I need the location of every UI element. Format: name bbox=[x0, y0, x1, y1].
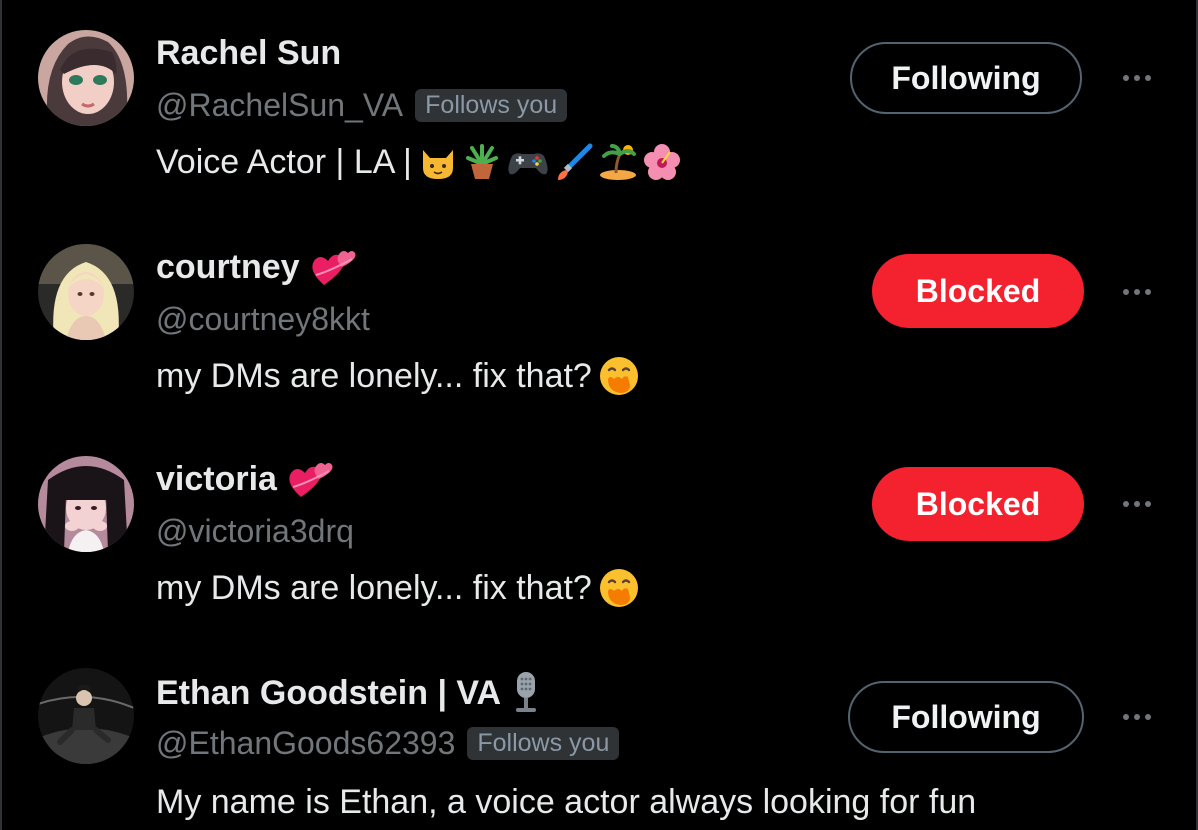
bio-text: my DMs are lonely... fix that? bbox=[156, 568, 592, 607]
bio-text: my DMs are lonely... fix that? bbox=[156, 356, 592, 395]
potted-plant-emoji bbox=[465, 144, 498, 179]
handle[interactable]: @courtney8kkt bbox=[156, 301, 370, 338]
more-dot bbox=[1134, 289, 1140, 295]
bio-text: My name is Ethan, a voice actor always l… bbox=[156, 782, 977, 821]
display-name[interactable]: victoria bbox=[156, 460, 277, 499]
follows-you-badge: Follows you bbox=[467, 726, 620, 760]
handle[interactable]: @EthanGoods62393 bbox=[156, 725, 455, 762]
name-line: Rachel Sun bbox=[156, 30, 341, 76]
more-dot bbox=[1134, 501, 1140, 507]
handle-line: @RachelSun_VA Follows you bbox=[156, 84, 568, 126]
cat-face-emoji bbox=[422, 150, 453, 179]
avatar[interactable] bbox=[38, 456, 134, 552]
avatar[interactable] bbox=[38, 668, 134, 764]
bio-emoji-group bbox=[418, 142, 682, 182]
display-name[interactable]: Ethan Goodstein | VA bbox=[156, 674, 501, 713]
bio: my DMs are lonely... fix that? bbox=[156, 564, 640, 612]
more-dot bbox=[1123, 714, 1129, 720]
name-line: Ethan Goodstein | VA bbox=[156, 670, 541, 716]
name-line: courtney bbox=[156, 244, 356, 290]
bio-text: Voice Actor | LA | bbox=[156, 142, 412, 181]
bio-emoji-group bbox=[598, 567, 640, 609]
more-dot bbox=[1145, 75, 1151, 81]
game-controller-emoji bbox=[508, 153, 548, 175]
handle[interactable]: @RachelSun_VA bbox=[156, 87, 403, 124]
blocked-button[interactable]: Blocked bbox=[872, 254, 1084, 328]
following-button[interactable]: Following bbox=[850, 42, 1082, 114]
microphone-emoji bbox=[516, 672, 537, 712]
more-dot bbox=[1145, 714, 1151, 720]
more-dot bbox=[1123, 75, 1129, 81]
display-name[interactable]: Rachel Sun bbox=[156, 34, 341, 73]
following-button[interactable]: Following bbox=[848, 681, 1084, 753]
handle[interactable]: @victoria3drq bbox=[156, 513, 354, 550]
bio: my DMs are lonely... fix that? bbox=[156, 352, 640, 400]
follows-you-badge: Follows you bbox=[415, 88, 568, 122]
avatar[interactable] bbox=[38, 30, 134, 126]
user-cell[interactable]: Ethan Goodstein | VA @EthanGoods62393 Fo… bbox=[0, 634, 1198, 830]
more-dot bbox=[1145, 501, 1151, 507]
more-dot bbox=[1123, 289, 1129, 295]
bio: My name is Ethan, a voice actor always l… bbox=[156, 778, 976, 826]
hibiscus-emoji bbox=[643, 144, 680, 180]
more-dot bbox=[1134, 75, 1140, 81]
blocked-button[interactable]: Blocked bbox=[872, 467, 1084, 541]
bio: Voice Actor | LA | bbox=[156, 138, 682, 186]
more-dot bbox=[1145, 289, 1151, 295]
more-options-button[interactable] bbox=[1115, 494, 1159, 514]
more-options-button[interactable] bbox=[1115, 282, 1159, 302]
paintbrush-emoji bbox=[557, 143, 593, 180]
more-dot bbox=[1123, 501, 1129, 507]
name-line: victoria bbox=[156, 456, 333, 502]
face-with-hand-over-mouth-emoji bbox=[599, 569, 638, 607]
face-with-hand-over-mouth-emoji bbox=[599, 357, 638, 395]
handle-line: @victoria3drq bbox=[156, 510, 354, 552]
two-hearts-emoji bbox=[311, 251, 356, 285]
two-hearts-emoji bbox=[289, 463, 333, 497]
handle-line: @EthanGoods62393 Follows you bbox=[156, 722, 620, 764]
user-cell[interactable]: courtney @courtney8kkt my DMs are lonely… bbox=[0, 210, 1198, 422]
user-cell[interactable]: Rachel Sun @RachelSun_VA Follows you Voi… bbox=[0, 0, 1198, 210]
more-dot bbox=[1134, 714, 1140, 720]
more-options-button[interactable] bbox=[1115, 707, 1159, 727]
display-name[interactable]: courtney bbox=[156, 248, 300, 287]
more-options-button[interactable] bbox=[1115, 68, 1159, 88]
bio-emoji-group bbox=[598, 355, 640, 397]
desert-island-emoji bbox=[599, 144, 636, 180]
handle-line: @courtney8kkt bbox=[156, 298, 370, 340]
user-cell[interactable]: victoria @victoria3drq my DMs are lonely… bbox=[0, 422, 1198, 634]
avatar[interactable] bbox=[38, 244, 134, 340]
